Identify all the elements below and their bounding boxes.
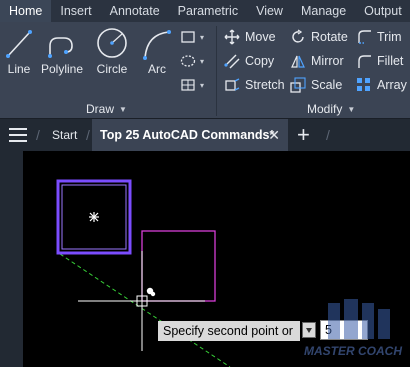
circle-tool-button[interactable]: Circle bbox=[92, 22, 132, 82]
rectangle-button[interactable]: ▾ bbox=[180, 26, 212, 48]
hatch-button[interactable]: ▾ bbox=[180, 50, 212, 72]
stretch-icon bbox=[223, 76, 241, 94]
panel-divider bbox=[216, 26, 217, 116]
copy-label: Copy bbox=[245, 54, 275, 68]
chevron-down-icon: ▾ bbox=[200, 80, 205, 90]
move-label: Move bbox=[245, 30, 276, 44]
modify-panel-title[interactable]: Modify ▼ bbox=[307, 102, 355, 116]
drawing-canvas[interactable]: Specify second point or MASTER COACH bbox=[0, 151, 410, 367]
tab-insert[interactable]: Insert bbox=[51, 0, 100, 22]
polyline-label: Polyline bbox=[40, 62, 84, 76]
move-button[interactable]: Move bbox=[223, 27, 276, 47]
new-tab-button[interactable]: + bbox=[297, 122, 310, 148]
modify-panel-label: Modify bbox=[307, 102, 343, 116]
array-icon bbox=[355, 76, 373, 94]
trim-icon bbox=[355, 28, 373, 46]
fillet-label: Fillet bbox=[377, 54, 404, 68]
tab-separator: / bbox=[326, 127, 330, 143]
mirror-label: Mirror bbox=[311, 54, 344, 68]
circle-label: Circle bbox=[96, 62, 128, 76]
modify-panel: Move Rotate Trim Copy Mirror Fillet Stre… bbox=[219, 22, 410, 118]
tracking-line bbox=[59, 253, 231, 367]
tab-separator: / bbox=[36, 127, 40, 143]
tab-manage[interactable]: Manage bbox=[292, 0, 355, 22]
draw-panel: Line Polyline Circle Arc ▾ ▾ ▾ Draw ▼ bbox=[0, 22, 216, 118]
scale-label: Scale bbox=[311, 78, 343, 92]
stretch-button[interactable]: Stretch bbox=[223, 75, 285, 95]
rotate-button[interactable]: Rotate bbox=[289, 27, 348, 47]
hatch-icon bbox=[180, 55, 196, 67]
menu-icon[interactable] bbox=[9, 128, 27, 142]
copy-button[interactable]: Copy bbox=[223, 51, 274, 71]
rotate-icon bbox=[289, 28, 307, 46]
copy-icon bbox=[223, 52, 241, 70]
polyline-icon bbox=[48, 37, 73, 58]
array-label: Array bbox=[377, 78, 407, 92]
ribbon-tab-bar: Home Insert Annotate Parametric View Man… bbox=[0, 0, 410, 22]
trim-button[interactable]: Trim bbox=[355, 27, 402, 47]
table-grid-button[interactable]: ▾ bbox=[180, 74, 212, 96]
scale-button[interactable]: Scale bbox=[289, 75, 342, 95]
master-coach-logo: MASTER COACH bbox=[304, 299, 402, 358]
ribbon: Line Polyline Circle Arc ▾ ▾ ▾ Draw ▼ Mo… bbox=[0, 22, 410, 118]
mirror-button[interactable]: Mirror bbox=[289, 51, 344, 71]
table-grid-icon bbox=[181, 79, 195, 91]
chevron-down-icon: ▼ bbox=[119, 104, 127, 114]
trim-label: Trim bbox=[377, 30, 402, 44]
center-marker-icon bbox=[89, 212, 99, 222]
tab-output[interactable]: Output bbox=[355, 0, 410, 22]
tab-annotate[interactable]: Annotate bbox=[101, 0, 169, 22]
line-icon bbox=[6, 30, 32, 58]
snap-marker-icon bbox=[146, 287, 156, 297]
line-label: Line bbox=[7, 62, 31, 76]
array-button[interactable]: Array bbox=[355, 75, 407, 95]
file-tab-bar: / Start / Top 25 AutoCAD Commands* ✕ + / bbox=[0, 118, 410, 151]
line-tool-button[interactable]: Line bbox=[2, 22, 36, 82]
draw-panel-title[interactable]: Draw ▼ bbox=[86, 102, 127, 116]
tab-start[interactable]: Start bbox=[44, 119, 85, 151]
rectangle-icon bbox=[181, 31, 195, 43]
tab-active-drawing[interactable]: Top 25 AutoCAD Commands* ✕ bbox=[92, 119, 288, 151]
tab-home[interactable]: Home bbox=[0, 0, 52, 22]
arc-icon bbox=[143, 30, 171, 60]
circle-icon bbox=[97, 28, 127, 58]
arc-label: Arc bbox=[148, 62, 166, 76]
command-prompt: Specify second point or bbox=[158, 321, 300, 341]
stretch-label: Stretch bbox=[245, 78, 285, 92]
arc-tool-button[interactable]: Arc bbox=[140, 22, 174, 82]
close-icon[interactable]: ✕ bbox=[268, 119, 280, 151]
rotate-label: Rotate bbox=[311, 30, 348, 44]
tab-view[interactable]: View bbox=[247, 0, 292, 22]
draw-panel-label: Draw bbox=[86, 102, 115, 116]
polyline-tool-button[interactable]: Polyline bbox=[38, 22, 86, 82]
chevron-down-icon: ▾ bbox=[200, 32, 205, 42]
move-icon bbox=[223, 28, 241, 46]
fillet-button[interactable]: Fillet bbox=[355, 51, 403, 71]
scale-icon bbox=[289, 76, 307, 94]
chevron-down-icon: ▾ bbox=[200, 56, 205, 66]
tab-separator: / bbox=[86, 127, 90, 143]
mirror-icon bbox=[289, 52, 307, 70]
chevron-down-icon: ▼ bbox=[347, 104, 356, 114]
svg-text:MASTER COACH: MASTER COACH bbox=[304, 344, 402, 358]
tab-parametric[interactable]: Parametric bbox=[169, 0, 247, 22]
fillet-icon bbox=[355, 52, 373, 70]
draw-mini-tools: ▾ ▾ ▾ bbox=[180, 26, 212, 98]
drawing-tab-label: Top 25 AutoCAD Commands* bbox=[100, 128, 275, 142]
